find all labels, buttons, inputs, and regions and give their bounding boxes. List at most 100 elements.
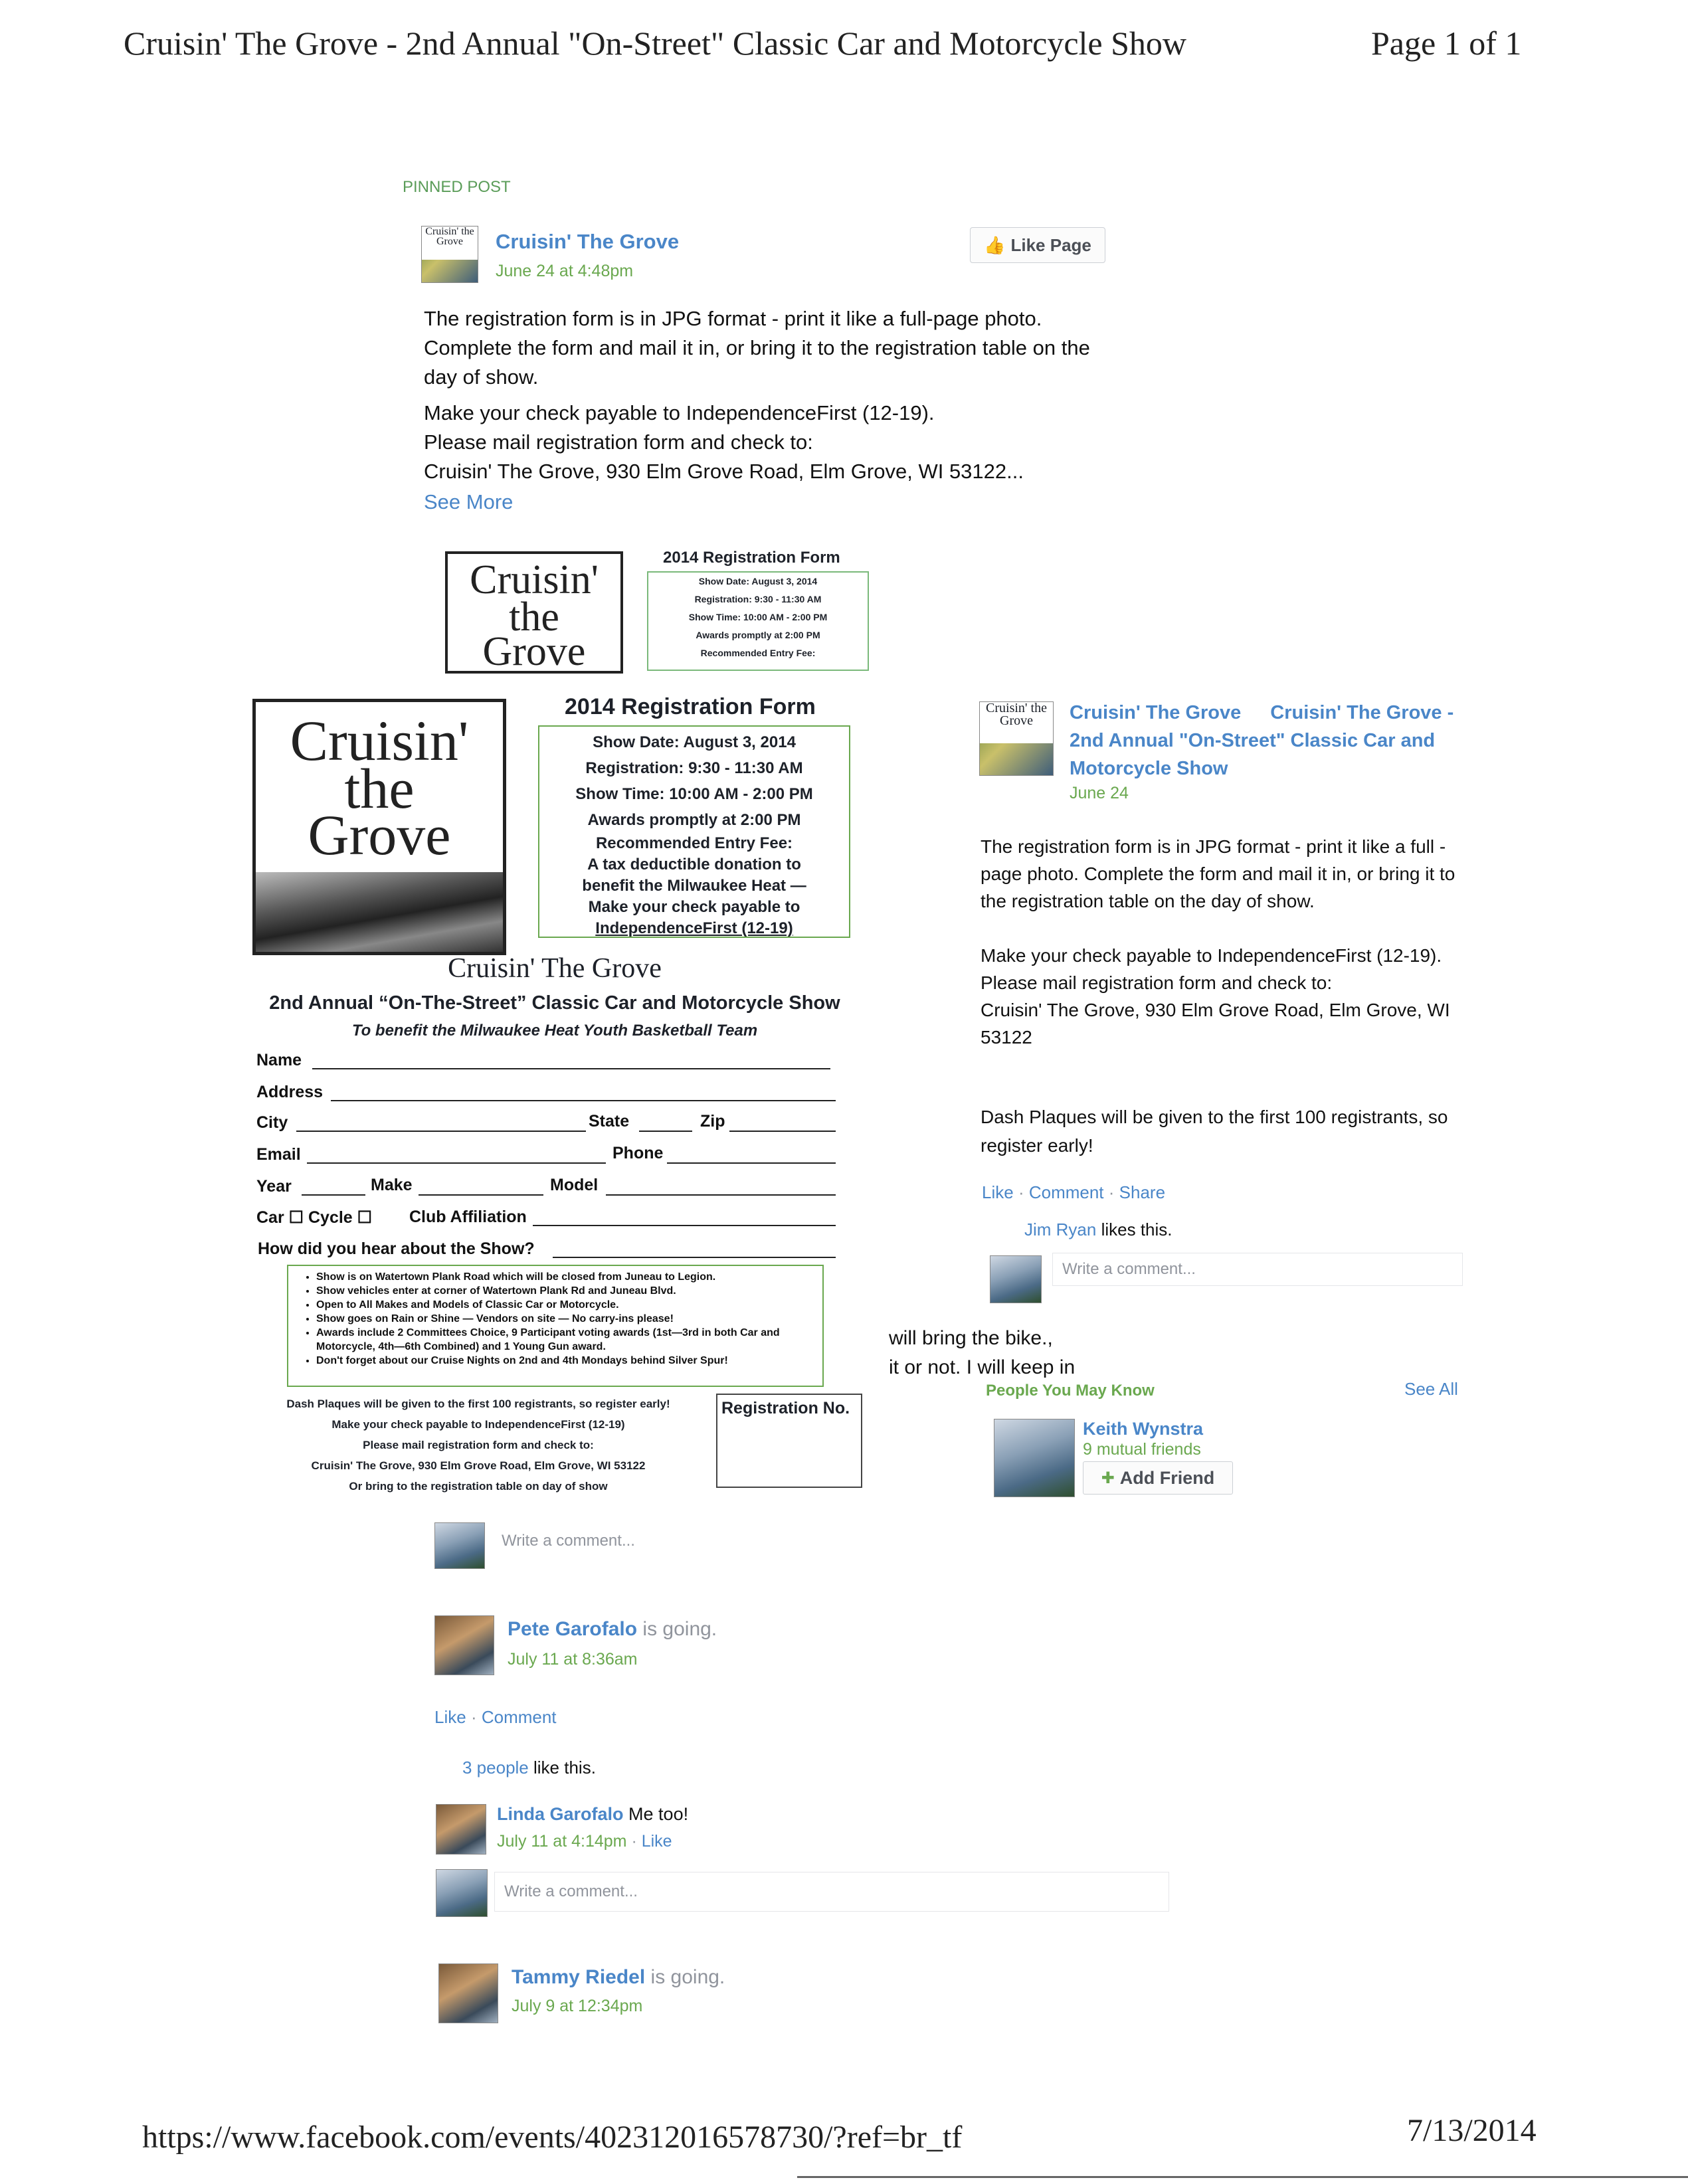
right-post-likes: Jim Ryan likes this. bbox=[1024, 1220, 1172, 1240]
email-line bbox=[307, 1162, 606, 1164]
pete-avatar[interactable] bbox=[434, 1615, 494, 1675]
form-footer-line: Please mail registration form and check … bbox=[363, 1439, 594, 1451]
make-line bbox=[419, 1194, 543, 1196]
commenter-avatar-1 bbox=[434, 1522, 485, 1569]
rules-list: Show is on Watertown Plank Road which wi… bbox=[294, 1270, 817, 1368]
like-link[interactable]: Like bbox=[982, 1182, 1014, 1202]
small-logo-word-3: Grove bbox=[482, 629, 586, 674]
right-comment-input[interactable]: Write a comment... bbox=[1052, 1253, 1463, 1286]
see-more-link[interactable]: See More bbox=[424, 490, 513, 514]
tammy-header: Tammy Riedel is going. bbox=[512, 1966, 725, 1989]
print-url: https://www.facebook.com/events/40231201… bbox=[142, 2120, 963, 2155]
form-footer-line: Cruisin' The Grove, 930 Elm Grove Road, … bbox=[311, 1459, 646, 1472]
city-label: City bbox=[256, 1113, 288, 1132]
small-logo-image[interactable]: Cruisin' the Grove bbox=[445, 551, 623, 674]
comment-input-2[interactable]: Write a comment... bbox=[494, 1872, 1169, 1912]
hear-line bbox=[553, 1257, 836, 1258]
rule-item: Show vehicles enter at corner of Waterto… bbox=[316, 1284, 817, 1298]
separator: · bbox=[631, 1832, 642, 1851]
right-post-header: Cruisin' The Grove Cruisin' The Grove - 2… bbox=[1070, 699, 1468, 782]
registration-time: Registration: 9:30 - 11:30 AM bbox=[585, 759, 803, 777]
linda-name[interactable]: Linda Garofalo bbox=[497, 1804, 624, 1824]
linda-like-link[interactable]: Like bbox=[642, 1832, 672, 1851]
rule-item: Awards include 2 Committees Choice, 9 Pa… bbox=[316, 1326, 817, 1354]
hear-about-label: How did you hear about the Show? bbox=[258, 1239, 535, 1258]
phone-line bbox=[667, 1162, 836, 1164]
separator: · bbox=[1108, 1182, 1119, 1202]
small-form-title: 2014 Registration Form bbox=[663, 549, 840, 567]
like-page-button[interactable]: 👍 Like Page bbox=[970, 227, 1105, 263]
liker-name[interactable]: Jim Ryan bbox=[1024, 1220, 1096, 1239]
comment-input-1[interactable]: Write a comment... bbox=[492, 1521, 1169, 1561]
print-page-number: Page 1 of 1 bbox=[1371, 25, 1522, 62]
entry-fee-line: A tax deductible donation to bbox=[587, 856, 801, 873]
add-friend-button[interactable]: ✚ Add Friend bbox=[1083, 1461, 1233, 1495]
pete-header: Pete Garofalo is going. bbox=[508, 1618, 717, 1641]
tammy-status: is going. bbox=[650, 1966, 725, 1988]
rule-item: Open to All Makes and Models of Classic … bbox=[316, 1298, 817, 1312]
pymk-mutual[interactable]: 9 mutual friends bbox=[1083, 1440, 1201, 1459]
registration-form-image[interactable]: Cruisin' the Grove 2014 Registration For… bbox=[246, 691, 870, 1504]
right-page-name[interactable]: Cruisin' The Grove bbox=[1070, 702, 1241, 723]
commenter-avatar-2 bbox=[436, 1869, 488, 1917]
right-post-date[interactable]: June 24 bbox=[1070, 784, 1129, 803]
right-post-check-line: Make your check payable to IndependenceF… bbox=[981, 945, 1442, 966]
pete-time[interactable]: July 11 at 8:36am bbox=[508, 1650, 637, 1669]
name-line bbox=[312, 1068, 830, 1069]
pete-name[interactable]: Pete Garofalo bbox=[508, 1618, 637, 1640]
form-heading: Cruisin' The Grove bbox=[448, 953, 662, 984]
pete-comment-link[interactable]: Comment bbox=[482, 1707, 557, 1727]
city-line bbox=[296, 1131, 586, 1132]
rule-item: Show goes on Rain or Shine — Vendors on … bbox=[316, 1312, 817, 1326]
linda-avatar[interactable] bbox=[436, 1804, 486, 1855]
pinned-page-name[interactable]: Cruisin' The Grove bbox=[496, 230, 679, 254]
people-like-link[interactable]: 3 people bbox=[462, 1758, 529, 1777]
pete-status: is going. bbox=[642, 1618, 717, 1640]
state-line bbox=[639, 1131, 692, 1132]
print-date: 7/13/2014 bbox=[1407, 2113, 1537, 2148]
name-label: Name bbox=[256, 1051, 302, 1069]
tammy-avatar[interactable] bbox=[438, 1963, 498, 2023]
linda-text: Me too! bbox=[628, 1804, 689, 1824]
stray-text-line-2: it or not. I will keep in bbox=[889, 1356, 1076, 1378]
add-friend-label: Add Friend bbox=[1119, 1467, 1215, 1488]
pete-like-link[interactable]: Like bbox=[434, 1707, 466, 1727]
pinned-timestamp[interactable]: June 24 at 4:48pm bbox=[496, 262, 633, 281]
right-avatar-logo-text: Cruisin' the Grove bbox=[980, 702, 1053, 743]
small-form-line: Show Time: 10:00 AM - 2:00 PM bbox=[688, 612, 828, 622]
make-label: Make bbox=[371, 1176, 413, 1194]
separator: · bbox=[1018, 1182, 1029, 1202]
pymk-name[interactable]: Keith Wynstra bbox=[1083, 1419, 1203, 1439]
rule-item: Don't forget about our Cruise Nights on … bbox=[316, 1354, 817, 1368]
pymk-avatar[interactable] bbox=[994, 1419, 1075, 1497]
pete-likes: 3 people like this. bbox=[462, 1758, 596, 1778]
linda-comment: Linda Garofalo Me too! bbox=[497, 1804, 688, 1825]
phone-label: Phone bbox=[612, 1144, 664, 1162]
form-title: 2014 Registration Form bbox=[565, 694, 816, 719]
pinned-body-check-line: Make your check payable to IndependenceF… bbox=[424, 401, 935, 424]
scan-edge-line bbox=[797, 2176, 1688, 2178]
form-footer-line: Or bring to the registration table on da… bbox=[349, 1480, 608, 1493]
email-label: Email bbox=[256, 1145, 301, 1164]
zip-label: Zip bbox=[700, 1112, 725, 1131]
pymk-see-all[interactable]: See All bbox=[1404, 1379, 1458, 1400]
pinned-body-paragraph: The registration form is in JPG format -… bbox=[424, 307, 1090, 389]
form-logo: Cruisin' the Grove bbox=[252, 699, 506, 955]
page-avatar[interactable]: Cruisin' the Grove bbox=[421, 226, 478, 283]
state-label: State bbox=[589, 1112, 630, 1131]
small-form-line: Awards promptly at 2:00 PM bbox=[696, 630, 820, 640]
small-form-line: Show Date: August 3, 2014 bbox=[698, 576, 818, 587]
share-link[interactable]: Share bbox=[1119, 1182, 1165, 1202]
tammy-name[interactable]: Tammy Riedel bbox=[512, 1966, 645, 1988]
pinned-post-label: PINNED POST bbox=[403, 178, 511, 196]
comment-link[interactable]: Comment bbox=[1029, 1182, 1104, 1202]
entry-fee-line: IndependenceFirst (12-19) bbox=[595, 919, 793, 937]
form-footer-line: Dash Plaques will be given to the first … bbox=[286, 1398, 670, 1410]
linda-time[interactable]: July 11 at 4:14pm bbox=[497, 1832, 626, 1851]
tammy-time[interactable]: July 9 at 12:34pm bbox=[512, 1997, 642, 2016]
add-friend-icon: ✚ bbox=[1101, 1469, 1115, 1487]
small-form-line: Recommended Entry Fee: bbox=[700, 648, 816, 658]
right-page-avatar[interactable]: Cruisin' the Grove bbox=[979, 701, 1054, 776]
pinned-body-mail-line: Please mail registration form and check … bbox=[424, 430, 813, 454]
pete-actions: Like · Comment bbox=[434, 1707, 557, 1728]
